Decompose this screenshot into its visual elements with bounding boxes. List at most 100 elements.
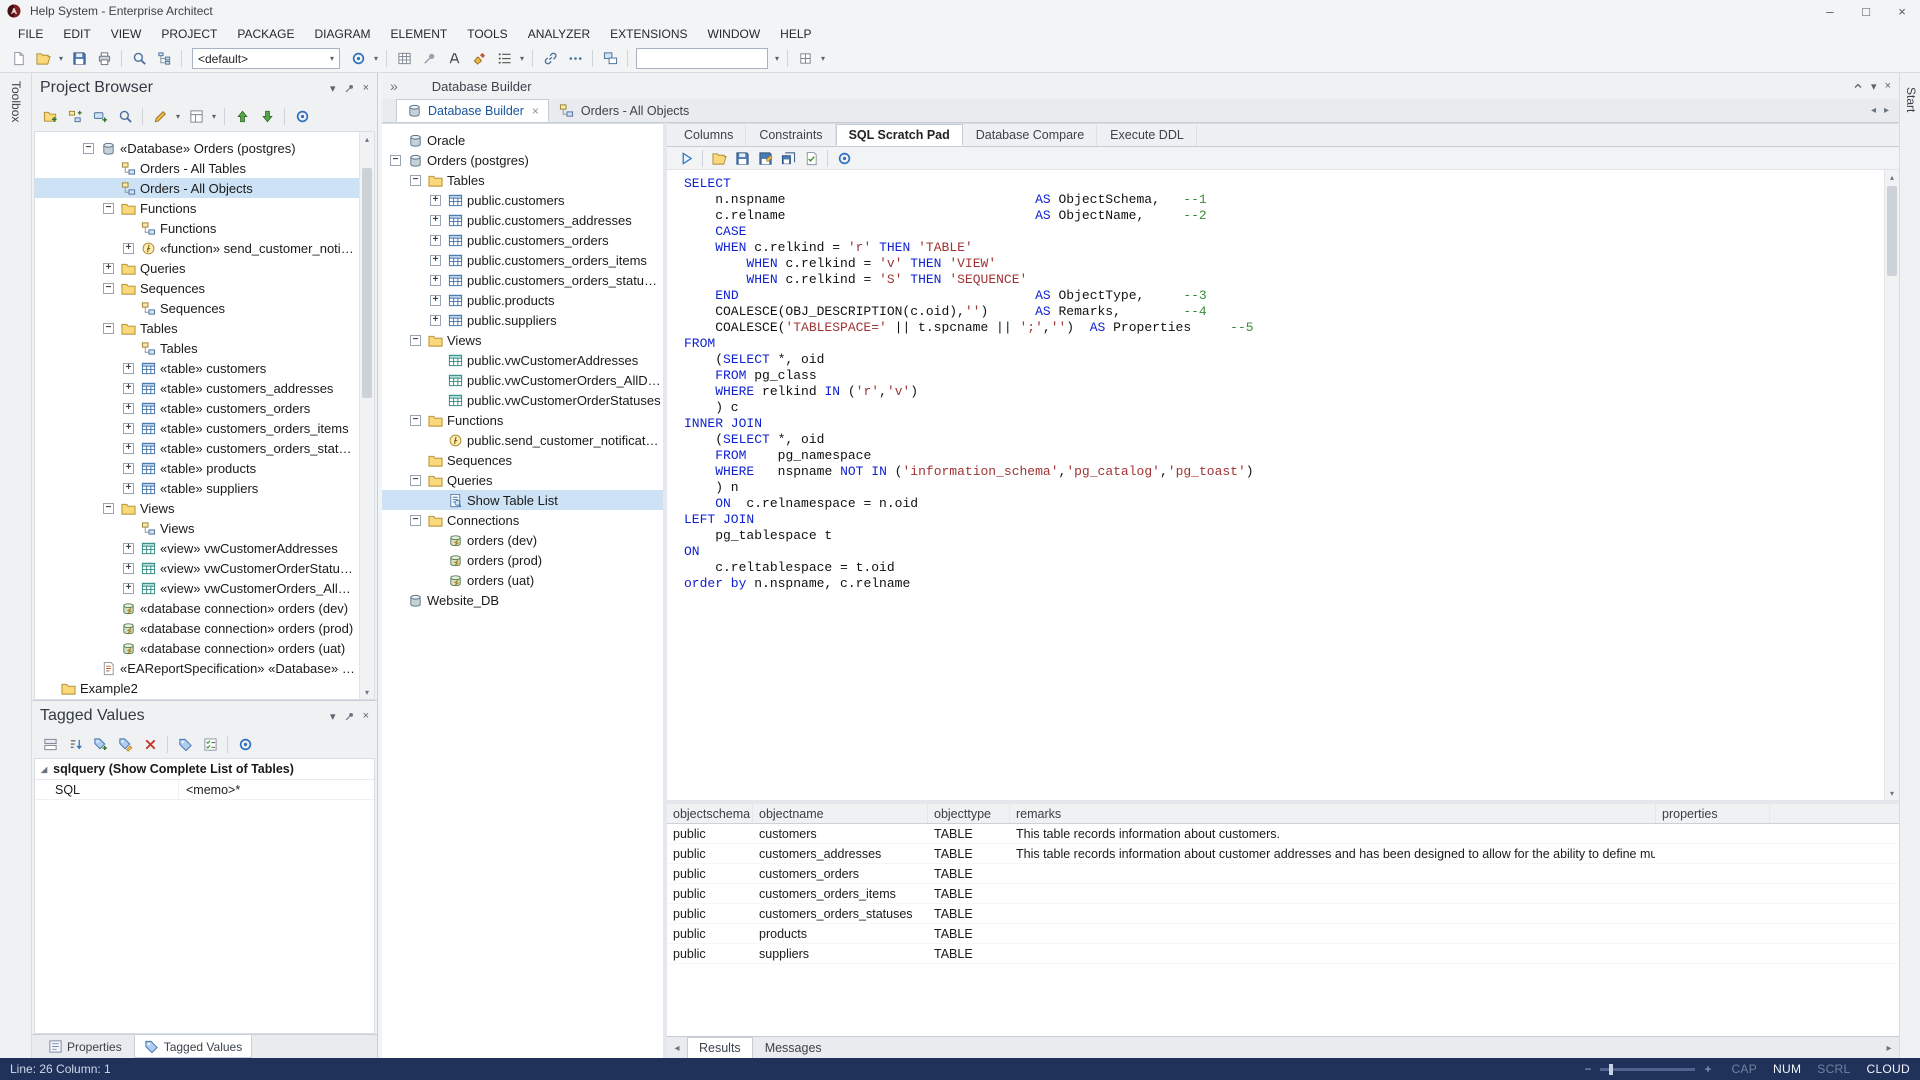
new-package-button[interactable]: [38, 105, 62, 128]
close-icon[interactable]: ×: [1885, 80, 1891, 92]
menu-window[interactable]: WINDOW: [698, 24, 771, 44]
tree-item[interactable]: orders (dev): [382, 530, 663, 550]
tree-item[interactable]: Show Table List: [382, 490, 663, 510]
tree-item[interactable]: public.vwCustomerOrders_AllDetails: [382, 370, 663, 390]
dropdown-caret-icon[interactable]: ▾: [209, 112, 219, 121]
expand-icon[interactable]: +: [123, 483, 134, 494]
expand-icon[interactable]: +: [430, 255, 441, 266]
results-column-header[interactable]: objecttype: [928, 804, 1010, 823]
scroll-up-icon[interactable]: ▴: [360, 132, 374, 146]
menu-edit[interactable]: EDIT: [53, 24, 100, 44]
zoom-in-button[interactable]: +: [1700, 1062, 1715, 1076]
tab-database-compare[interactable]: Database Compare: [963, 124, 1097, 146]
results-column-header[interactable]: remarks: [1010, 804, 1656, 823]
group-expander-icon[interactable]: ◢: [41, 765, 47, 774]
tag-value[interactable]: <memo>*: [178, 780, 374, 799]
tree-item[interactable]: −«Database» Orders (postgres): [35, 138, 359, 158]
panel-overflow-icon[interactable]: »: [390, 78, 398, 94]
tree-item[interactable]: +«table» customers_orders_statuses: [35, 438, 359, 458]
collapse-icon[interactable]: −: [410, 515, 421, 526]
collapse-icon[interactable]: −: [390, 155, 401, 166]
tree-item[interactable]: +«function» send_customer_notification: [35, 238, 359, 258]
dropdown-caret-icon[interactable]: ▾: [517, 54, 527, 63]
results-column-header[interactable]: objectschema: [667, 804, 753, 823]
tree-item[interactable]: −Orders (postgres): [382, 150, 663, 170]
tree-item[interactable]: public.vwCustomerOrderStatuses: [382, 390, 663, 410]
statusbar-cap-indicator[interactable]: CAP: [1731, 1062, 1757, 1076]
zoom-out-button[interactable]: −: [1580, 1062, 1595, 1076]
tree-item[interactable]: «EAReportSpecification» «Database» Postg…: [35, 658, 359, 678]
menu-file[interactable]: FILE: [8, 24, 53, 44]
tree-item[interactable]: Orders - All Tables: [35, 158, 359, 178]
tag-button[interactable]: [173, 733, 197, 756]
tree-item[interactable]: orders (uat): [382, 570, 663, 590]
tree-item[interactable]: Website_DB: [382, 590, 663, 610]
down-green-button[interactable]: [255, 105, 279, 128]
results-column-header[interactable]: properties: [1656, 804, 1770, 823]
tree-item[interactable]: +public.customers: [382, 190, 663, 210]
paint-button[interactable]: [467, 47, 491, 70]
zoom-slider-thumb[interactable]: [1609, 1064, 1613, 1075]
scroll-tabs-right-icon[interactable]: ▸: [1879, 1037, 1899, 1059]
menu-extensions[interactable]: EXTENSIONS: [600, 24, 697, 44]
validate-button[interactable]: [800, 148, 822, 168]
target-button[interactable]: [290, 105, 314, 128]
expand-icon[interactable]: +: [123, 403, 134, 414]
dock-tab-tagged-values[interactable]: Tagged Values: [134, 1035, 253, 1058]
expand-icon[interactable]: +: [103, 263, 114, 274]
results-row[interactable]: publiccustomers_orders_itemsTABLE: [667, 884, 1899, 904]
tree-item[interactable]: public.send_customer_notification: [382, 430, 663, 450]
expand-icon[interactable]: +: [123, 463, 134, 474]
statusbar-cloud-indicator[interactable]: CLOUD: [1866, 1062, 1910, 1076]
tab-messages[interactable]: Messages: [753, 1037, 834, 1059]
open-folder-button[interactable]: [708, 148, 730, 168]
pencil-button[interactable]: [148, 105, 172, 128]
expand-icon[interactable]: +: [123, 543, 134, 554]
vertical-scrollbar[interactable]: ▴ ▾: [359, 132, 374, 699]
expand-icon[interactable]: +: [430, 195, 441, 206]
results-column-header[interactable]: [1770, 804, 1899, 823]
results-column-header[interactable]: objectname: [753, 804, 928, 823]
tree-item[interactable]: −Tables: [382, 170, 663, 190]
tree-item[interactable]: Sequences: [382, 450, 663, 470]
dropdown-caret-icon[interactable]: ▾: [56, 54, 66, 63]
grid-button[interactable]: [392, 47, 416, 70]
collapse-icon[interactable]: −: [410, 415, 421, 426]
link-button[interactable]: [538, 47, 562, 70]
tree-item[interactable]: Views: [35, 518, 359, 538]
zoom-slider[interactable]: [1600, 1068, 1695, 1071]
small-grid-button[interactable]: [793, 47, 817, 70]
toolbar-search-input[interactable]: [636, 48, 768, 69]
tree-item[interactable]: Tables: [35, 338, 359, 358]
tree-item[interactable]: +public.products: [382, 290, 663, 310]
tree-item[interactable]: +public.customers_orders_items: [382, 250, 663, 270]
scrollbar-thumb[interactable]: [1887, 186, 1897, 276]
sql-editor[interactable]: SELECT n.nspname AS ObjectSchema, --1 c.…: [667, 170, 1899, 800]
delete-red-button[interactable]: [138, 733, 162, 756]
maximize-button[interactable]: □: [1848, 0, 1884, 22]
scroll-up-icon[interactable]: ▴: [1885, 170, 1899, 184]
close-button[interactable]: ×: [1884, 0, 1920, 22]
tree-item[interactable]: Oracle: [382, 130, 663, 150]
menu-help[interactable]: HELP: [770, 24, 821, 44]
style-combobox[interactable]: <default>▾: [192, 48, 340, 69]
expand-icon[interactable]: +: [123, 583, 134, 594]
toolbox-tab[interactable]: Toolbox: [9, 81, 23, 122]
results-row[interactable]: publicsuppliersTABLE: [667, 944, 1899, 964]
tree-item[interactable]: +«table» customers_orders_items: [35, 418, 359, 438]
tree-item[interactable]: −Connections: [382, 510, 663, 530]
vertical-scrollbar[interactable]: ▴ ▾: [1884, 170, 1899, 800]
panel-menu-icon[interactable]: ▾: [330, 82, 336, 95]
target-button[interactable]: [346, 47, 370, 70]
pin-button[interactable]: [417, 47, 441, 70]
expand-icon[interactable]: +: [430, 275, 441, 286]
menu-element[interactable]: ELEMENT: [381, 24, 458, 44]
scroll-tabs-left-icon[interactable]: ◂: [667, 1037, 687, 1059]
tree-item[interactable]: +public.customers_orders: [382, 230, 663, 250]
new-file-button[interactable]: [6, 47, 30, 70]
collapse-icon[interactable]: −: [410, 175, 421, 186]
tree-item[interactable]: «database connection» orders (prod): [35, 618, 359, 638]
chevron-down-icon[interactable]: ▾: [1871, 80, 1877, 93]
tree-item[interactable]: −Tables: [35, 318, 359, 338]
tagged-values-group[interactable]: ◢ sqlquery (Show Complete List of Tables…: [35, 759, 374, 780]
